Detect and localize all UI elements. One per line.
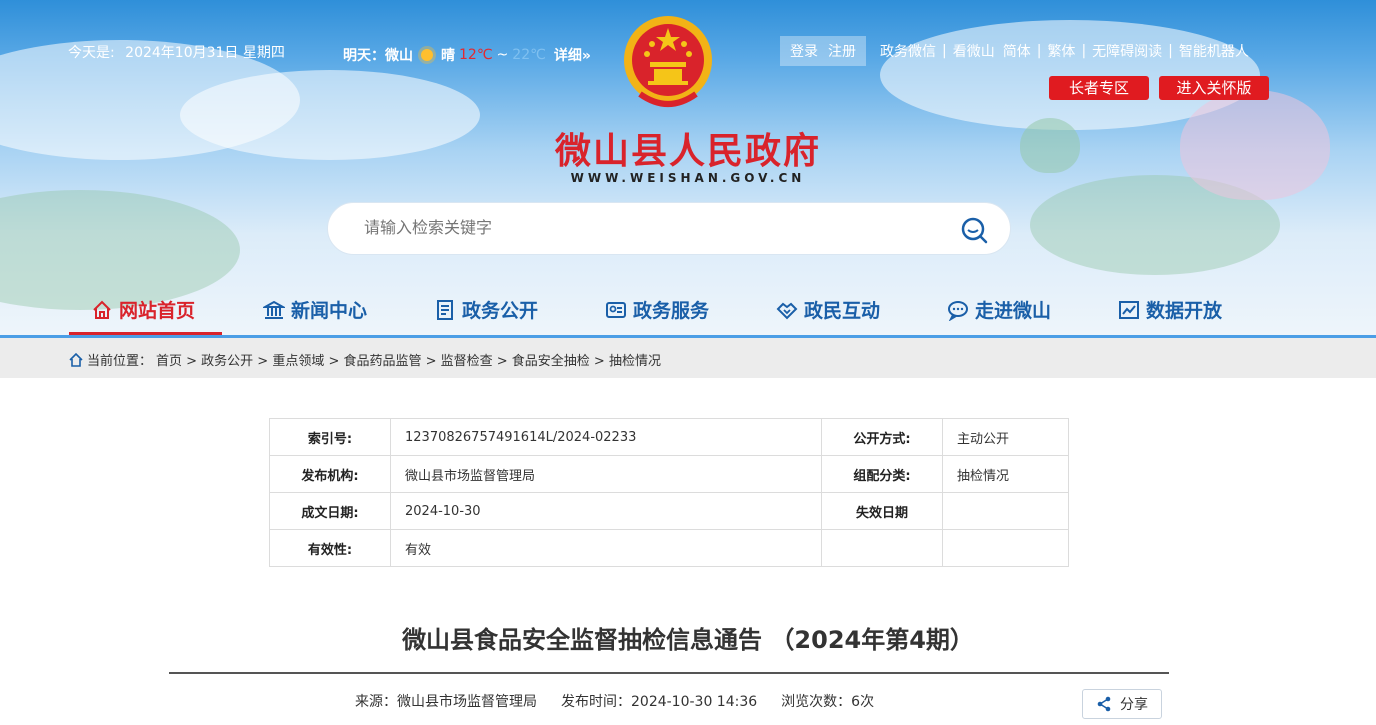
breadcrumb-bar: 当前位置： 首页 > 政务公开 > 重点领域 > 食品药品监管 > 监督检查 >… bbox=[0, 338, 1376, 378]
article-divider bbox=[169, 672, 1169, 674]
article-views: 浏览次数：6次 bbox=[781, 694, 875, 710]
id-card-icon bbox=[606, 301, 626, 318]
search-icon[interactable] bbox=[960, 216, 988, 244]
today-label: 今天是: bbox=[68, 45, 115, 61]
label-index-number: 索引号: bbox=[269, 418, 391, 456]
nav-gov-affairs[interactable]: 政务公开 bbox=[434, 284, 538, 335]
home-icon bbox=[93, 300, 111, 319]
nav-interaction-label: 政民互动 bbox=[804, 300, 881, 322]
value-expiry-date bbox=[942, 492, 1069, 530]
table-row: 索引号: 12370826757491614L/2024-02233 公开方式:… bbox=[269, 418, 1069, 456]
label-written-date: 成文日期: bbox=[269, 492, 391, 530]
value-validity: 有效 bbox=[390, 529, 822, 567]
link-view-weishan[interactable]: 看微山 bbox=[953, 41, 995, 61]
link-robot[interactable]: 智能机器人 bbox=[1179, 41, 1249, 61]
weather-condition: 晴 bbox=[441, 48, 455, 64]
empty-cell bbox=[942, 529, 1069, 567]
link-traditional[interactable]: 繁体 bbox=[1047, 41, 1075, 61]
breadcrumb-path[interactable]: 首页 > 政务公开 > 重点领域 > 食品药品监管 > 监督检查 > 食品安全抽… bbox=[156, 350, 661, 369]
share-icon bbox=[1097, 696, 1111, 712]
search-input[interactable] bbox=[362, 219, 926, 239]
empty-cell bbox=[821, 529, 943, 567]
weather-low: 22℃ bbox=[512, 47, 546, 63]
nav-gov-affairs-label: 政务公开 bbox=[462, 300, 539, 322]
nav-news-label: 新闻中心 bbox=[291, 300, 368, 322]
login-link[interactable]: 登录 bbox=[790, 41, 818, 61]
separator: | bbox=[1036, 43, 1042, 59]
nav-home-label: 网站首页 bbox=[119, 300, 196, 322]
nav-about[interactable]: 走进微山 bbox=[947, 284, 1051, 335]
value-disclosure-method: 主动公开 bbox=[942, 418, 1069, 456]
separator: | bbox=[1168, 43, 1173, 59]
weather-detail-link[interactable]: 详细» bbox=[554, 45, 591, 65]
value-category: 抽检情况 bbox=[942, 455, 1069, 493]
main-nav: 网站首页 新闻中心 政务公开 政务服务 政民互动 走进微山 数据开放 bbox=[0, 284, 1376, 335]
value-written-date: 2024-10-30 bbox=[390, 492, 822, 530]
table-row: 成文日期: 2024-10-30 失效日期 bbox=[269, 492, 1069, 530]
home-icon bbox=[69, 352, 83, 367]
site-domain: WWW.WEISHAN.GOV.CN bbox=[570, 171, 806, 185]
breadcrumb: 当前位置： 首页 > 政务公开 > 重点领域 > 食品药品监管 > 监督检查 >… bbox=[69, 350, 661, 369]
link-accessibility[interactable]: 无障碍阅读 bbox=[1092, 41, 1162, 61]
login-box: 登录 注册 bbox=[780, 36, 866, 66]
table-row: 发布机构: 微山县市场监督管理局 组配分类: 抽检情况 bbox=[269, 455, 1069, 493]
handshake-icon bbox=[776, 302, 798, 319]
breadcrumb-prefix: 当前位置： bbox=[87, 354, 153, 369]
register-link[interactable]: 注册 bbox=[828, 41, 856, 61]
care-mode-button[interactable]: 进入关怀版 bbox=[1159, 76, 1269, 100]
article-source: 来源：微山县市场监督管理局 bbox=[355, 694, 537, 710]
share-label: 分享 bbox=[1120, 697, 1148, 713]
metadata-table: 索引号: 12370826757491614L/2024-02233 公开方式:… bbox=[269, 418, 1069, 567]
elder-zone-button[interactable]: 长者专区 bbox=[1049, 76, 1149, 100]
share-button[interactable]: 分享 bbox=[1082, 689, 1162, 719]
label-validity: 有效性: bbox=[269, 529, 391, 567]
article-publish-time: 发布时间：2024-10-30 14:36 bbox=[561, 694, 758, 710]
weather-widget: 明天：微山 晴 12℃ ~ 22℃ 详细» bbox=[343, 45, 591, 65]
national-emblem-icon bbox=[624, 16, 712, 107]
label-disclosure-method: 公开方式: bbox=[821, 418, 943, 456]
data-map-icon bbox=[1119, 300, 1139, 319]
site-title: 微山县人民政府 bbox=[554, 131, 821, 172]
nav-open-data[interactable]: 数据开放 bbox=[1118, 284, 1222, 335]
search-bar bbox=[327, 202, 1011, 255]
date-display: 今天是: 2024年10月31日 星期四 bbox=[68, 42, 285, 62]
document-icon bbox=[437, 299, 453, 320]
weather-range-sep: ~ bbox=[496, 47, 509, 63]
nav-interaction[interactable]: 政民互动 bbox=[776, 284, 880, 335]
nav-open-data-label: 数据开放 bbox=[1146, 300, 1223, 322]
nav-gov-service-label: 政务服务 bbox=[633, 300, 710, 322]
top-links: 登录 注册 政务微信 | 看微山 简体 | 繁体 | 无障碍阅读 | 智能机器人 bbox=[780, 36, 1253, 66]
separator: | bbox=[1081, 43, 1087, 59]
weather-label: 明天：微山 bbox=[343, 48, 413, 64]
value-index-number: 12370826757491614L/2024-02233 bbox=[390, 418, 822, 456]
link-simplified[interactable]: 简体 bbox=[1003, 41, 1031, 61]
nav-home[interactable]: 网站首页 bbox=[91, 284, 195, 335]
label-category: 组配分类: bbox=[821, 455, 943, 493]
label-publisher: 发布机构: bbox=[269, 455, 391, 493]
building-icon bbox=[263, 300, 285, 319]
nav-gov-service[interactable]: 政务服务 bbox=[605, 284, 709, 335]
today-date: 2024年10月31日 星期四 bbox=[125, 45, 285, 61]
table-row: 有效性: 有效 bbox=[269, 529, 1069, 567]
chat-bubble-icon bbox=[948, 300, 968, 321]
article-meta: 来源：微山县市场监督管理局 发布时间：2024-10-30 14:36 浏览次数… bbox=[355, 691, 874, 711]
separator: | bbox=[942, 43, 947, 59]
weather-high: 12℃ bbox=[459, 47, 493, 63]
label-expiry-date: 失效日期 bbox=[821, 492, 943, 530]
article-title: 微山县食品安全监督抽检信息通告 （2024年第4期） bbox=[402, 626, 974, 654]
link-wechat[interactable]: 政务微信 bbox=[880, 41, 936, 61]
sun-icon bbox=[421, 49, 433, 61]
nav-about-label: 走进微山 bbox=[975, 300, 1052, 322]
nav-news[interactable]: 新闻中心 bbox=[263, 284, 367, 335]
value-publisher: 微山县市场监督管理局 bbox=[390, 455, 822, 493]
